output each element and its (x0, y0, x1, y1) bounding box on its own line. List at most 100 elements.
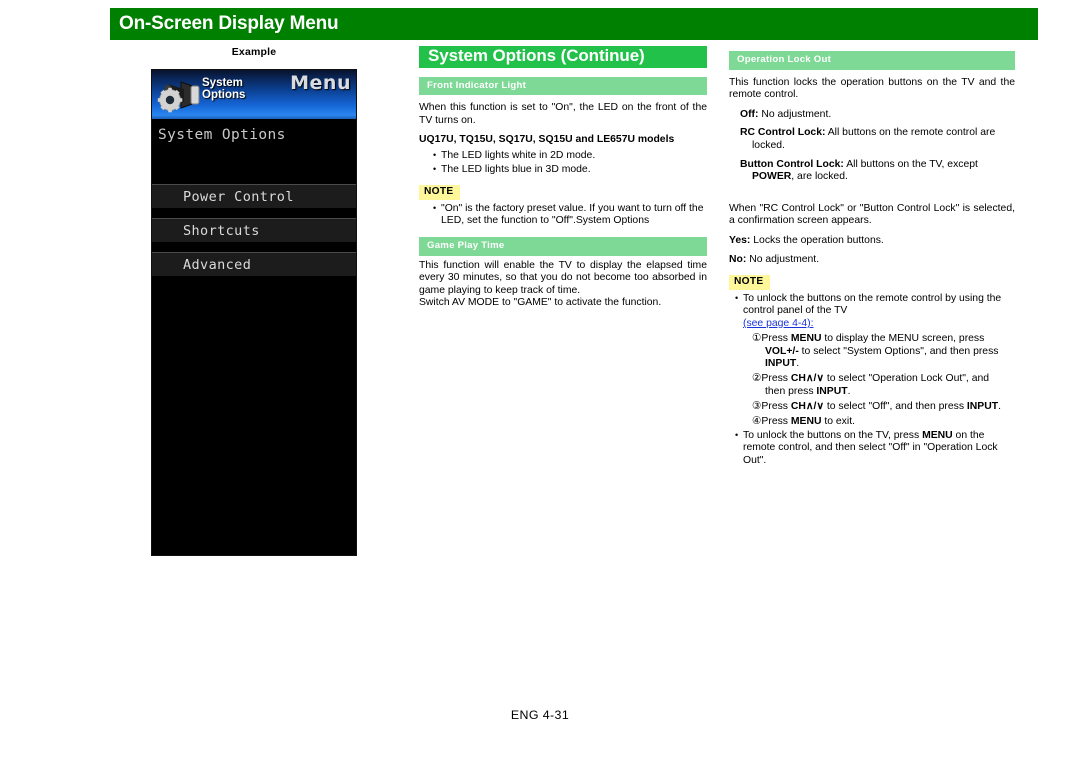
subsection-heading-operation-lock-out: Operation Lock Out (729, 51, 1015, 70)
step-line-2: then press INPUT. (752, 386, 1015, 399)
tv-osd-header: System Options Menu (152, 70, 356, 119)
option-desc-cont: locked. (752, 139, 785, 151)
step-text: . (998, 400, 1001, 412)
option-term: Button Control Lock: (740, 158, 844, 170)
step-line-3: INPUT. (752, 358, 1015, 371)
front-indicator-models-heading: UQ17U, TQ15U, SQ17U, SQ15U and LE657U mo… (419, 134, 675, 146)
step-3: ③Press CH∧/∨ to select "Off", and then p… (752, 400, 1015, 414)
tv-osd-icon-title-line1: System (202, 77, 243, 89)
tv-menu-item-power-control[interactable]: Power Control (152, 184, 356, 209)
note-bullet-unlock-remote: To unlock the buttons on the remote cont… (729, 292, 1015, 429)
option-desc-cont: POWER, are locked. (752, 171, 848, 183)
step-text: . (847, 385, 851, 397)
see-page-4-4-link[interactable]: (see page 4-4): (743, 318, 813, 329)
tv-menu-gap (152, 243, 356, 252)
unlock-steps: ①Press MENU to display the MENU screen, … (743, 332, 1015, 429)
step-key: INPUT (966, 400, 999, 412)
option-desc: Locks the operation buttons. (750, 234, 884, 246)
step-key: MENU (790, 416, 822, 428)
step-text: Press (761, 373, 791, 385)
step-key: INPUT (765, 358, 797, 370)
option-no: No: No adjustment. (729, 254, 1015, 267)
front-indicator-note: NOTE "On" is the factory preset value. I… (419, 185, 707, 228)
note-key: MENU (922, 429, 953, 441)
step-text: to display the MENU screen, press (821, 333, 985, 344)
list-item: The LED lights white in 2D mode. (433, 149, 707, 163)
option-desc: All buttons on the remote control are (825, 127, 996, 139)
game-play-time-body-1: This function will enable the TV to disp… (419, 259, 707, 296)
operation-lock-out-options: Off: No adjustment. RC Control Lock: All… (729, 109, 1015, 184)
option-term: Yes: (729, 234, 751, 246)
tv-menu-item-shortcuts[interactable]: Shortcuts (152, 218, 356, 243)
step-number: ④ (752, 415, 762, 428)
page-footer: ENG 4-31 (510, 708, 570, 722)
tv-osd-menu-word: Menu (290, 72, 351, 94)
front-indicator-intro: When this function is set to "On", the L… (419, 102, 707, 126)
page-title-bar: On-Screen Display Menu (110, 8, 1038, 40)
step-line-2: VOL+/- to select "System Options", and t… (752, 346, 1015, 359)
step-number: ① (752, 332, 762, 344)
note-bullet-unlock-tv: To unlock the buttons on the TV, press M… (729, 429, 1015, 468)
front-indicator-note-bullets: "On" is the factory preset value. If you… (419, 202, 707, 228)
step-text: then press (765, 385, 817, 397)
option-rc-control-lock: RC Control Lock: All buttons on the remo… (740, 127, 1015, 152)
tv-osd-menu-list: Power Control Shortcuts Advanced (152, 184, 356, 277)
step-text: to exit. (821, 416, 855, 428)
option-desc: All buttons on the TV, except (843, 158, 978, 170)
list-item: The LED lights blue in 3D mode. (433, 163, 707, 177)
list-item: "On" is the factory preset value. If you… (433, 202, 707, 228)
page-title: On-Screen Display Menu (119, 13, 339, 34)
operation-lock-out-column: Operation Lock Out This function locks t… (729, 51, 1015, 467)
system-options-gear-plug-icon (157, 81, 200, 113)
game-play-time-body-2: Switch AV MODE to "GAME" to activate the… (419, 297, 662, 309)
step-key: CH∧/∨ (790, 400, 824, 412)
step-2: ②Press CH∧/∨ to select "Operation Lock O… (752, 372, 1015, 398)
option-term: RC Control Lock: (740, 127, 826, 139)
list-item: To unlock the buttons on the remote cont… (735, 292, 1015, 429)
option-off: Off: No adjustment. (740, 109, 1015, 122)
note-badge: NOTE (419, 185, 460, 200)
option-term: No: (729, 253, 747, 265)
option-term: Off: (740, 108, 759, 120)
note-bullet-text: To unlock the buttons on the remote cont… (743, 292, 1002, 317)
option-desc: No adjustment. (746, 253, 820, 265)
tv-osd-icon-title-line2: Options (202, 88, 246, 101)
step-key: MENU (790, 333, 822, 344)
step-text: to select "Off", and then press (823, 400, 967, 412)
step-4: ④Press MENU to exit. (752, 415, 1015, 429)
note-bullet-text: To unlock the buttons on the TV, press (743, 429, 923, 441)
option-button-control-lock: Button Control Lock: All buttons on the … (740, 159, 1015, 184)
front-indicator-model-bullets: The LED lights white in 2D mode. The LED… (419, 149, 707, 177)
section-title-system-options: System Options (Continue) (419, 46, 707, 68)
step-text: to select "Operation Lock Out", and (823, 373, 990, 385)
step-text: . (796, 358, 800, 370)
step-text: Press (761, 333, 791, 344)
confirmation-paragraph: When "RC Control Lock" or "Button Contro… (729, 202, 1015, 227)
step-number: ③ (752, 399, 762, 412)
tv-menu-item-advanced[interactable]: Advanced (152, 252, 356, 277)
operation-lock-out-intro: This function locks the operation button… (729, 76, 1015, 101)
subsection-heading-game-play-time: Game Play Time (419, 236, 707, 256)
operation-lock-out-note: NOTE To unlock the buttons on the remote… (729, 275, 1015, 467)
step-key: INPUT (816, 385, 848, 397)
note-badge: NOTE (729, 275, 770, 290)
option-yes: Yes: Locks the operation buttons. (729, 235, 1015, 248)
step-text: to select "System Options", and then pre… (798, 345, 999, 357)
system-options-column: System Options (Continue) Front Indicato… (419, 46, 707, 310)
step-number: ② (752, 372, 762, 385)
example-label: Example (231, 46, 277, 58)
step-key: CH∧/∨ (790, 373, 824, 385)
tv-osd-icon-title: System Options (202, 77, 246, 101)
option-desc: No adjustment. (758, 108, 832, 120)
step-text: Press (761, 416, 791, 428)
subsection-heading-front-indicator-light: Front Indicator Light (419, 76, 707, 96)
step-1: ①Press MENU to display the MENU screen, … (752, 332, 1015, 371)
example-column: Example System Options Menu System Optio… (151, 46, 357, 556)
confirmation-options: Yes: Locks the operation buttons. No: No… (729, 235, 1015, 266)
tv-osd-screenshot: System Options Menu System Options Power… (151, 69, 357, 556)
step-key: VOL+/- (765, 345, 799, 357)
step-text: Press (761, 400, 791, 412)
list-item: To unlock the buttons on the TV, press M… (735, 429, 1015, 468)
tv-osd-breadcrumb: System Options (152, 119, 356, 176)
tv-menu-gap (152, 209, 356, 218)
